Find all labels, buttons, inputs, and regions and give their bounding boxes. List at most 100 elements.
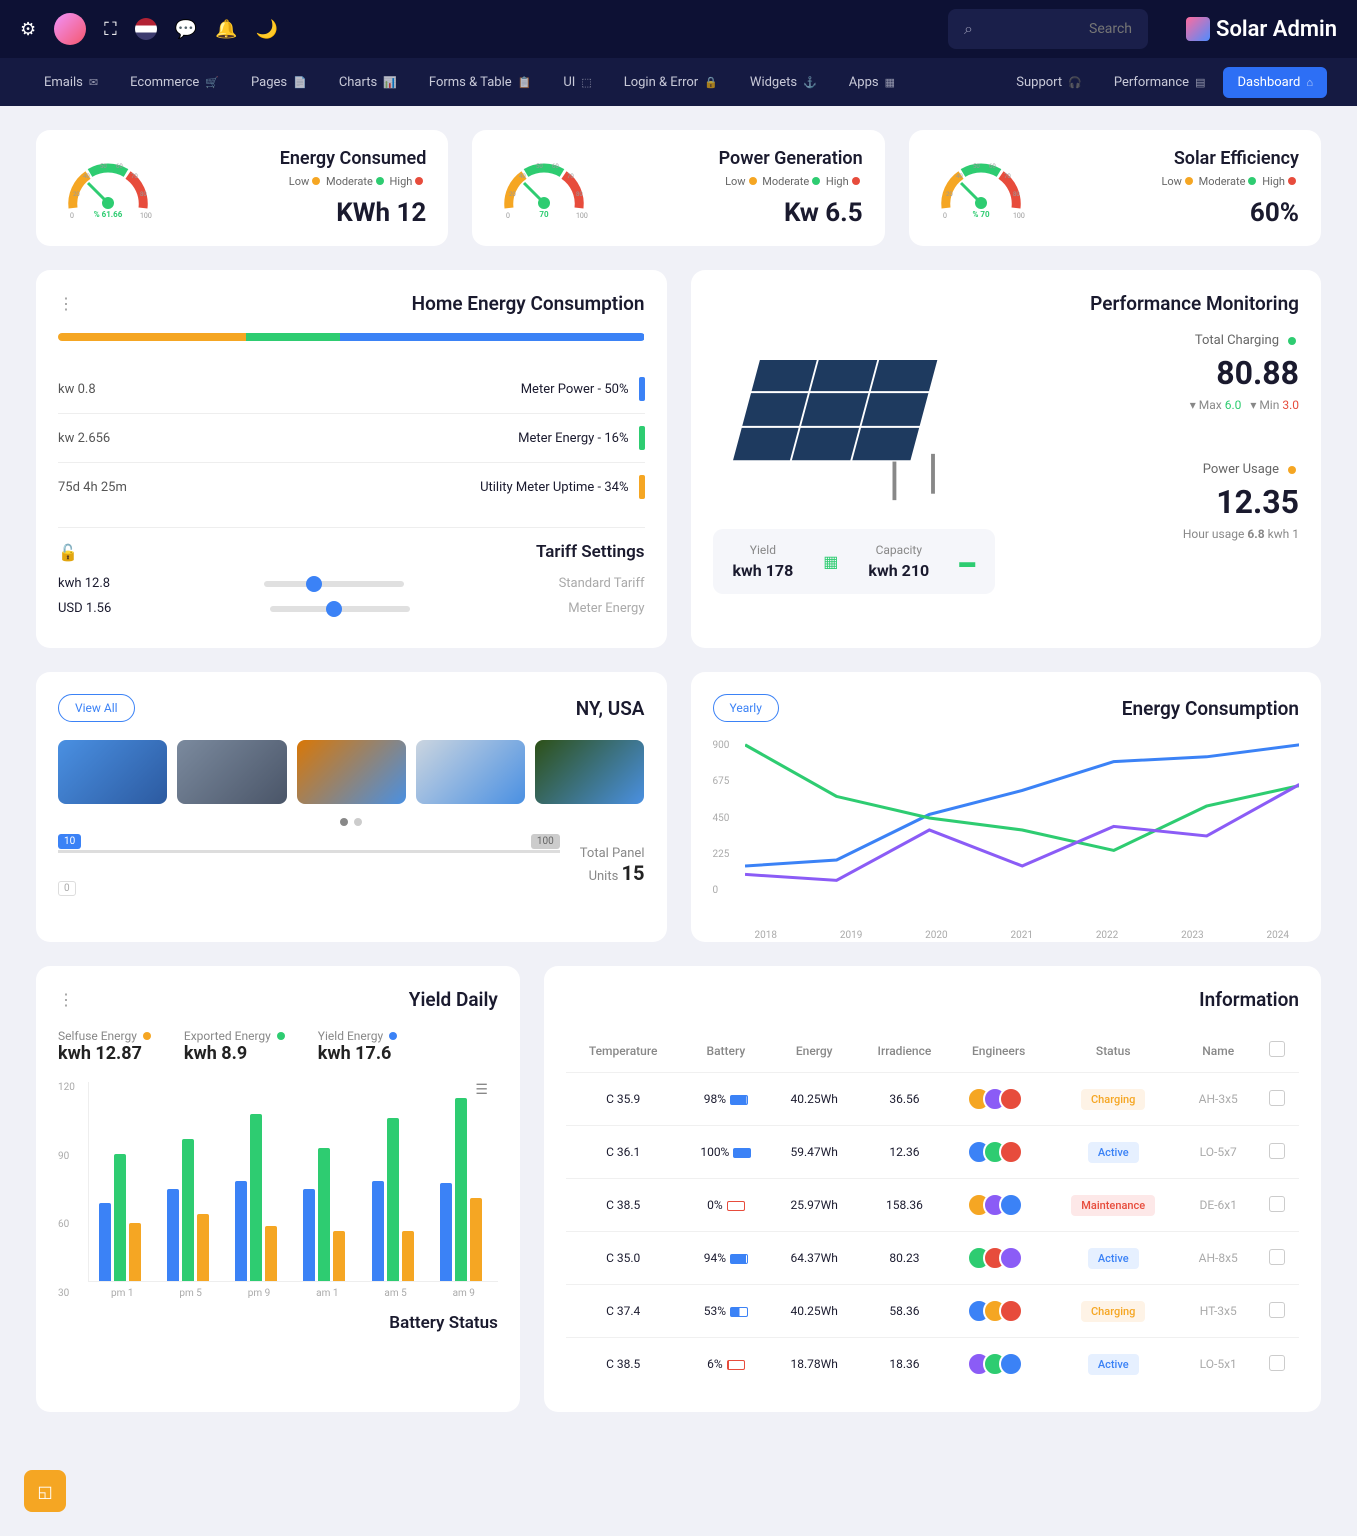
- units-label: Units: [589, 869, 619, 884]
- engineers-avatars[interactable]: [960, 1246, 1038, 1270]
- row-checkbox[interactable]: [1269, 1090, 1285, 1106]
- engineers-avatars[interactable]: [960, 1299, 1038, 1323]
- navbar: Emails✉Ecommerce🛒Pages📄Charts📊Forms & Ta…: [0, 58, 1357, 106]
- chat-icon[interactable]: 💬: [175, 19, 197, 40]
- status-badge: Maintenance: [1071, 1195, 1155, 1216]
- logo-icon: [1186, 17, 1210, 41]
- nav-formstable[interactable]: Forms & Table📋: [415, 67, 545, 98]
- total-panel-label: Total Panel: [580, 846, 645, 861]
- row-checkbox[interactable]: [1269, 1196, 1285, 1212]
- nav-apps[interactable]: Apps▦: [835, 67, 909, 98]
- info-title: Information: [1199, 988, 1299, 1011]
- nav-performance[interactable]: Performance▤: [1100, 67, 1220, 98]
- table-header: Engineers: [952, 1029, 1046, 1073]
- tariff-title: Tariff Settings: [536, 542, 645, 562]
- row-checkbox[interactable]: [1269, 1143, 1285, 1159]
- nav-ui[interactable]: UI⬚: [549, 67, 605, 98]
- more-icon[interactable]: ⋮: [58, 294, 74, 313]
- nav-support[interactable]: Support🎧: [1002, 67, 1096, 98]
- gauge-card: % 61.66 0 100 20 40 50 60 70 80 Energy C…: [36, 130, 448, 246]
- logo[interactable]: Solar Admin: [1186, 17, 1337, 42]
- nav-widgets[interactable]: Widgets⚓: [736, 67, 831, 98]
- yearly-button[interactable]: Yearly: [713, 694, 779, 722]
- table-row: C 36.1 100% 59.47Wh12.36 Active LO-5x7: [566, 1126, 1299, 1179]
- yield-legend-item: Yield Energy kwh 17.6: [318, 1029, 400, 1064]
- table-header: Name: [1181, 1029, 1256, 1073]
- row-checkbox[interactable]: [1269, 1302, 1285, 1318]
- search-input[interactable]: [985, 21, 1132, 37]
- gallery-image[interactable]: [535, 740, 644, 804]
- engineers-avatars[interactable]: [960, 1140, 1038, 1164]
- checkbox-all[interactable]: [1269, 1041, 1285, 1057]
- row-checkbox[interactable]: [1269, 1249, 1285, 1265]
- tariff-row: kwh 12.8Standard Tariff: [58, 576, 645, 591]
- gauge-value: 60%: [1049, 198, 1299, 228]
- battery-status-title: Battery Status: [58, 1313, 498, 1333]
- row-checkbox[interactable]: [1269, 1355, 1285, 1371]
- svg-text:40: 40: [519, 173, 526, 180]
- table-header: Irradience: [857, 1029, 952, 1073]
- solar-panel-image: [713, 333, 973, 513]
- gauge-meter: 70 0 100 20 40 50 60 70 80: [494, 153, 594, 223]
- nav-emails[interactable]: Emails✉: [30, 67, 112, 98]
- gallery-image[interactable]: [177, 740, 286, 804]
- engineers-avatars[interactable]: [960, 1193, 1038, 1217]
- table-header: Status: [1046, 1029, 1181, 1073]
- status-badge: Active: [1088, 1142, 1139, 1163]
- energy-consumption-card: Yearly Energy Consumption 9006754502250 …: [691, 672, 1322, 942]
- table-row: C 38.5 0% 25.97Wh158.36 Maintenance DE-6…: [566, 1179, 1299, 1232]
- pagination-dots[interactable]: [58, 818, 645, 826]
- energy-consumption-title: Energy Consumption: [1122, 697, 1299, 720]
- gallery-image[interactable]: [416, 740, 525, 804]
- usage-label: Power Usage: [1203, 462, 1279, 477]
- svg-text:60: 60: [552, 163, 559, 170]
- search-box[interactable]: ⌕: [948, 9, 1148, 49]
- home-energy-card: ⋮ Home Energy Consumption kw 0.8Meter Po…: [36, 270, 667, 648]
- tariff-slider[interactable]: [270, 606, 410, 612]
- topbar: ⚙ ⛶ 💬 🔔 🌙 ⌕ Solar Admin: [0, 0, 1357, 58]
- range-bottom: 0: [58, 881, 76, 896]
- nav-dashboard[interactable]: Dashboard⌂: [1223, 67, 1327, 98]
- nav-charts[interactable]: Charts📊: [325, 67, 411, 98]
- flag-icon[interactable]: [135, 18, 157, 40]
- bar-group: [235, 1114, 283, 1281]
- avatar[interactable]: [54, 13, 86, 45]
- settings-sliders-icon[interactable]: ⚙: [20, 19, 36, 40]
- gauge-title: Power Generation: [612, 148, 862, 169]
- nav-ecommerce[interactable]: Ecommerce🛒: [116, 67, 233, 98]
- fullscreen-icon[interactable]: ⛶: [104, 19, 117, 40]
- charging-value: 80.88: [1015, 354, 1299, 392]
- bar-group: [99, 1154, 147, 1281]
- battery-icon: ▬: [959, 552, 975, 572]
- range-slider[interactable]: 10 100: [58, 834, 560, 862]
- progress-bar: [58, 333, 645, 341]
- status-badge: Active: [1088, 1354, 1139, 1375]
- float-action-button[interactable]: ◱: [24, 1470, 66, 1512]
- nav-loginerror[interactable]: Login & Error🔒: [610, 67, 732, 98]
- bell-icon[interactable]: 🔔: [215, 19, 237, 40]
- usage-value: 12.35: [1015, 483, 1299, 521]
- table-header: Battery: [680, 1029, 771, 1073]
- panel-gallery[interactable]: [58, 740, 645, 804]
- yield-legend-item: Selfuse Energy kwh 12.87: [58, 1029, 154, 1064]
- nav-pages[interactable]: Pages📄: [237, 67, 321, 98]
- table-row: C 35.9 98% 40.25Wh36.56 Charging AH-3x5: [566, 1073, 1299, 1126]
- gallery-image[interactable]: [58, 740, 167, 804]
- metric-row: kw 0.8Meter Power - 50%: [58, 365, 645, 414]
- table-header: Temperature: [566, 1029, 681, 1073]
- moon-icon[interactable]: 🌙: [256, 19, 278, 40]
- svg-text:50: 50: [973, 163, 980, 170]
- unlock-icon[interactable]: 🔓: [58, 543, 78, 562]
- gauge-value: Kw 6.5: [612, 198, 862, 228]
- gauge-legend: Low Moderate High: [612, 175, 862, 188]
- svg-text:60: 60: [116, 163, 123, 170]
- tariff-slider[interactable]: [264, 581, 404, 587]
- yield-daily-title: Yield Daily: [409, 988, 498, 1011]
- engineers-avatars[interactable]: [960, 1352, 1038, 1376]
- view-all-button[interactable]: View All: [58, 694, 135, 722]
- svg-text:80: 80: [1013, 191, 1020, 198]
- engineers-avatars[interactable]: [960, 1087, 1038, 1111]
- gallery-image[interactable]: [297, 740, 406, 804]
- info-table: TemperatureBatteryEnergyIrradienceEngine…: [566, 1029, 1299, 1390]
- more-icon[interactable]: ⋮: [58, 990, 74, 1009]
